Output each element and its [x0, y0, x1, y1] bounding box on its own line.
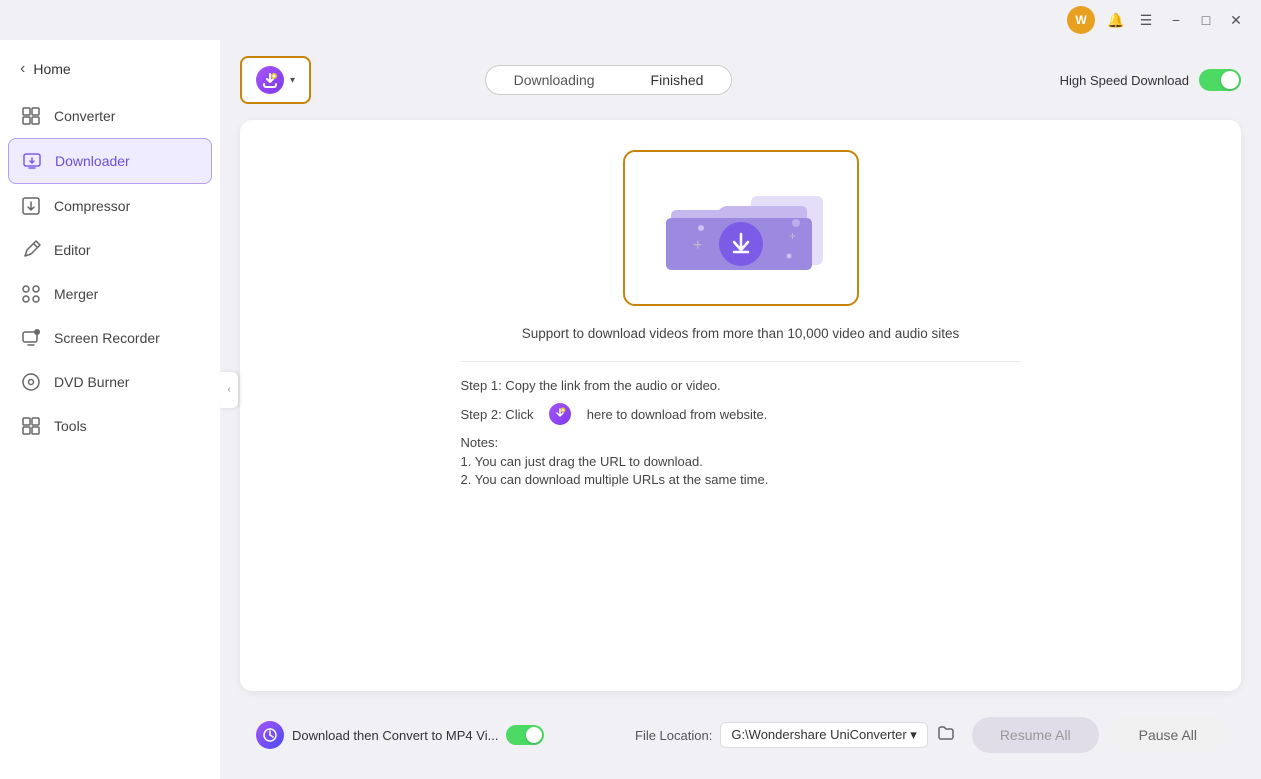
- compressor-icon: [20, 195, 42, 217]
- svg-text:+: +: [789, 229, 796, 243]
- step2-text: Step 2: Click here to download from webs…: [461, 403, 1021, 425]
- file-location-section: File Location: G:\Wondershare UniConvert…: [635, 722, 956, 748]
- sidebar-item-compressor[interactable]: Compressor: [0, 184, 220, 228]
- illustration-wrapper: + +: [623, 150, 859, 306]
- step1-text: Step 1: Copy the link from the audio or …: [461, 378, 1021, 393]
- editor-label: Editor: [54, 242, 91, 258]
- tools-icon: [20, 415, 42, 437]
- sidebar-item-dvd-burner[interactable]: DVD Burner: [0, 360, 220, 404]
- sidebar-item-editor[interactable]: Editor: [0, 228, 220, 272]
- pause-all-button[interactable]: Pause All: [1111, 717, 1225, 753]
- convert-option: Download then Convert to MP4 Vi...: [256, 721, 619, 749]
- svg-text:+: +: [693, 237, 702, 254]
- merger-label: Merger: [54, 286, 98, 302]
- sidebar-item-merger[interactable]: Merger: [0, 272, 220, 316]
- sidebar-item-screen-recorder[interactable]: Screen Recorder: [0, 316, 220, 360]
- tab-switcher: Downloading Finished: [485, 65, 733, 95]
- dvd-burner-label: DVD Burner: [54, 374, 129, 390]
- main-content: ▾ Downloading Finished High Speed Downlo…: [220, 40, 1261, 779]
- download-illustration: + +: [641, 168, 841, 288]
- add-download-button[interactable]: ▾: [240, 56, 311, 104]
- convert-toggle[interactable]: [506, 725, 544, 745]
- avatar-icon[interactable]: W: [1067, 6, 1095, 34]
- file-location-label: File Location:: [635, 728, 712, 743]
- screen-recorder-icon: [20, 327, 42, 349]
- tools-label: Tools: [54, 418, 87, 434]
- maximize-button[interactable]: □: [1197, 11, 1215, 29]
- sidebar-item-converter[interactable]: Converter: [0, 94, 220, 138]
- step2-suffix: here to download from website.: [587, 407, 768, 422]
- home-label: Home: [33, 61, 70, 77]
- step2-prefix: Step 2: Click: [461, 407, 534, 422]
- instructions-section: Step 1: Copy the link from the audio or …: [461, 361, 1021, 490]
- minimize-button[interactable]: −: [1167, 11, 1185, 29]
- note2: 2. You can download multiple URLs at the…: [461, 472, 1021, 487]
- file-location-value: G:\Wondershare UniConverter ▾: [731, 727, 916, 743]
- compressor-label: Compressor: [54, 198, 130, 214]
- bottom-bar: Download then Convert to MP4 Vi... File …: [240, 707, 1241, 763]
- back-arrow-icon: ‹: [20, 60, 25, 78]
- high-speed-toggle[interactable]: [1199, 69, 1241, 91]
- sidebar-collapse-button[interactable]: ‹: [220, 372, 238, 408]
- notes-title: Notes:: [461, 435, 1021, 450]
- sidebar-item-tools[interactable]: Tools: [0, 404, 220, 448]
- app-container: ‹ Home Converter Do: [0, 40, 1261, 779]
- convert-toggle-knob: [526, 727, 542, 743]
- converter-label: Converter: [54, 108, 115, 124]
- downloader-label: Downloader: [55, 153, 130, 169]
- screen-recorder-label: Screen Recorder: [54, 330, 160, 346]
- content-area: + + Support to download videos from more…: [240, 120, 1241, 691]
- browse-folder-icon[interactable]: [936, 723, 956, 748]
- toggle-knob: [1221, 71, 1239, 89]
- high-speed-label: High Speed Download: [1060, 73, 1189, 88]
- editor-icon: [20, 239, 42, 261]
- titlebar: W 🔔 ☰ − □ ✕: [0, 0, 1261, 40]
- sidebar-item-downloader[interactable]: Downloader: [8, 138, 212, 184]
- converter-icon: [20, 105, 42, 127]
- tab-finished[interactable]: Finished: [623, 66, 732, 94]
- action-buttons: Resume All Pause All: [972, 717, 1225, 753]
- close-button[interactable]: ✕: [1227, 11, 1245, 29]
- add-chevron-icon: ▾: [290, 75, 295, 86]
- toolbar: ▾ Downloading Finished High Speed Downlo…: [240, 56, 1241, 104]
- merger-icon: [20, 283, 42, 305]
- resume-all-button[interactable]: Resume All: [972, 717, 1099, 753]
- back-home-button[interactable]: ‹ Home: [0, 52, 220, 94]
- dvd-burner-icon: [20, 371, 42, 393]
- file-location-select[interactable]: G:\Wondershare UniConverter ▾: [720, 722, 927, 748]
- step2-inline-icon: [549, 403, 571, 425]
- add-download-icon: [256, 66, 284, 94]
- high-speed-download-section: High Speed Download: [1060, 69, 1241, 91]
- sidebar: ‹ Home Converter Do: [0, 40, 220, 779]
- convert-icon: [256, 721, 284, 749]
- downloader-icon: [21, 150, 43, 172]
- notification-icon[interactable]: 🔔: [1107, 11, 1125, 29]
- tab-downloading[interactable]: Downloading: [486, 66, 623, 94]
- notes-section: Notes: 1. You can just drag the URL to d…: [461, 435, 1021, 487]
- support-text: Support to download videos from more tha…: [522, 326, 960, 341]
- menu-icon[interactable]: ☰: [1137, 11, 1155, 29]
- note1: 1. You can just drag the URL to download…: [461, 454, 1021, 469]
- convert-label: Download then Convert to MP4 Vi...: [292, 728, 498, 743]
